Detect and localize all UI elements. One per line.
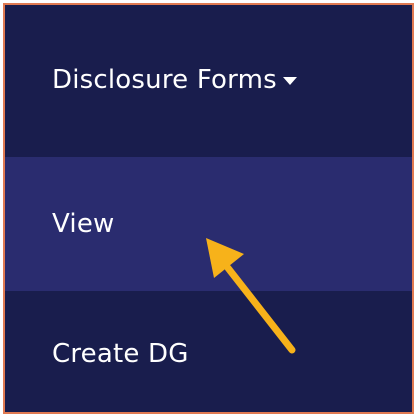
disclosure-forms-dropdown-toggle[interactable]: Disclosure Forms xyxy=(5,5,412,155)
dropdown-menu: Disclosure Forms View Create DG xyxy=(3,3,414,414)
menu-item-create-dg[interactable]: Create DG xyxy=(5,293,412,412)
caret-down-icon xyxy=(282,77,297,85)
menu-item-create-dg-label: Create DG xyxy=(52,338,189,369)
menu-item-view[interactable]: View xyxy=(5,157,412,291)
menu-item-view-label: View xyxy=(52,209,115,239)
dropdown-toggle-label: Disclosure Forms xyxy=(52,65,277,95)
